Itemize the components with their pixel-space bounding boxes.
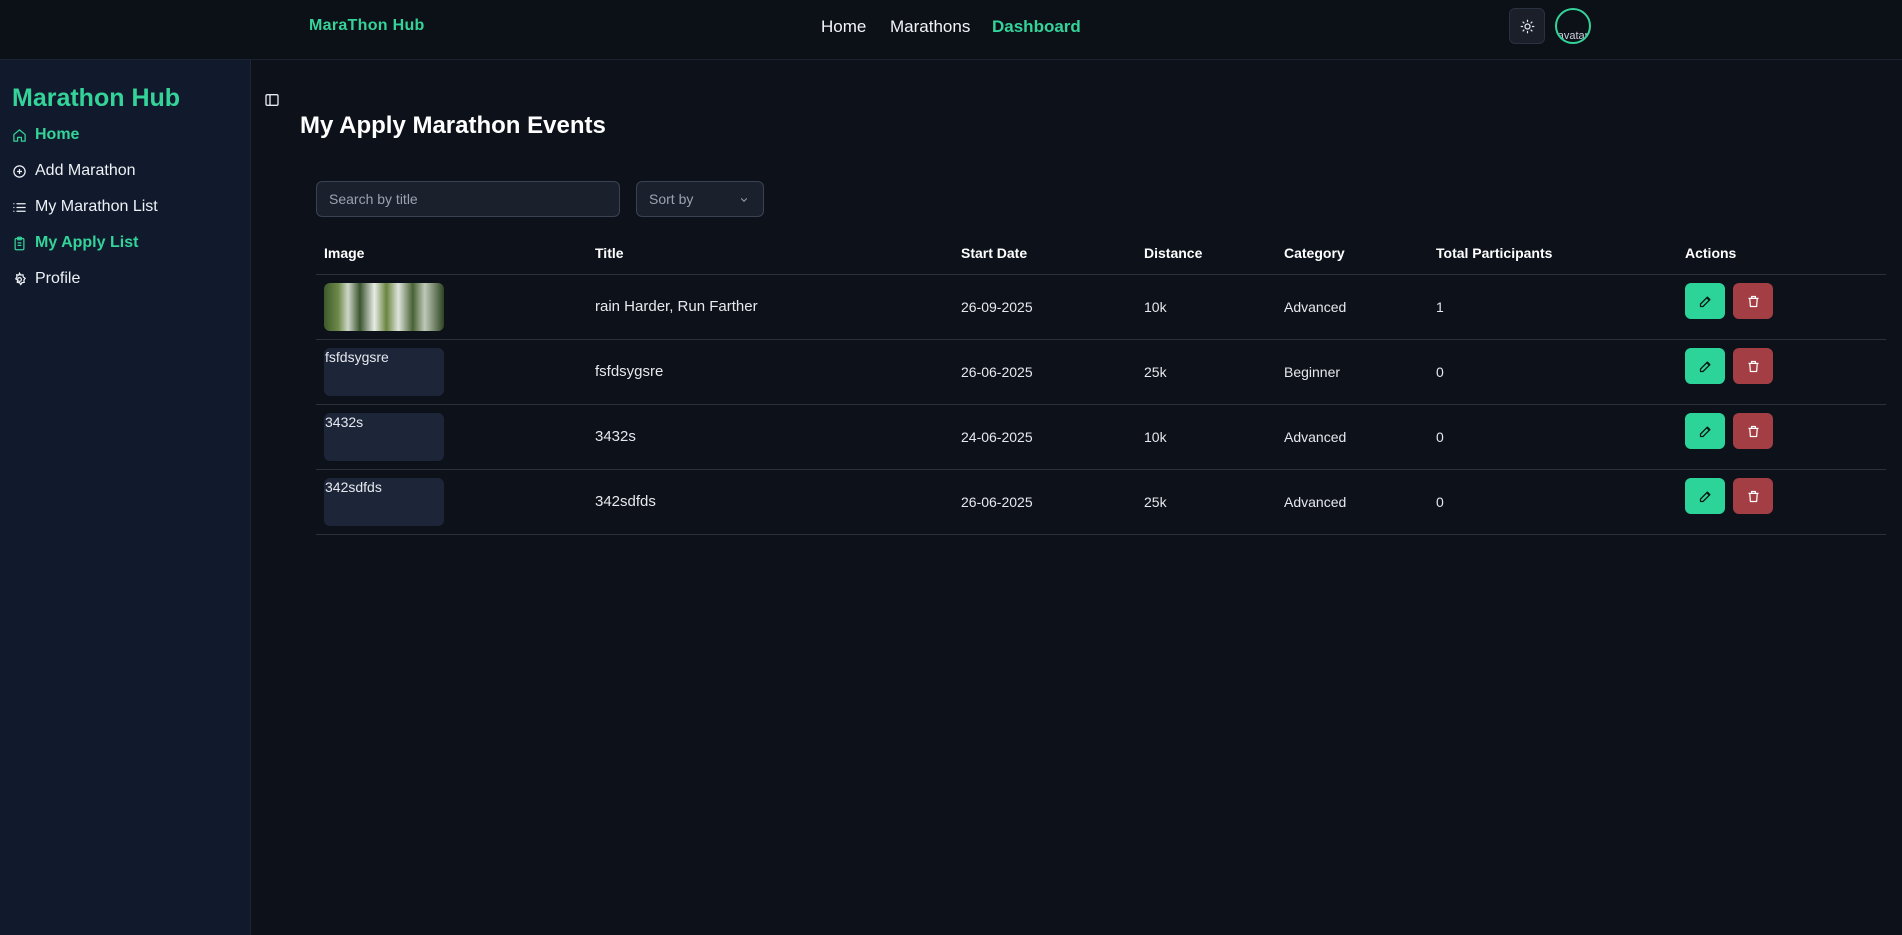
column-header-title: Title [595,245,624,261]
broken-image-alt: 342sdfds [325,479,382,495]
event-start-date: 26-06-2025 [961,364,1033,380]
delete-button[interactable] [1733,283,1773,319]
delete-button[interactable] [1733,348,1773,384]
sort-select-label: Sort by [649,191,694,207]
sort-select[interactable]: Sort by [636,181,764,217]
pencil-icon [1699,491,1710,502]
pencil-icon [1699,296,1710,307]
sidebar-item-label: Home [35,126,80,143]
column-header-category: Category [1284,245,1345,261]
sidebar-item-label: My Apply List [35,234,139,251]
top-navbar: MaraThon Hub Home Marathons Dashboard av… [0,0,1902,60]
event-start-date: 26-06-2025 [961,494,1033,510]
sidebar-item-my-marathon-list[interactable]: My Marathon List [12,196,158,218]
broken-image-alt: fsfdsygsre [325,349,389,365]
event-title: rain Harder, Run Farther [595,298,758,315]
event-image: 342sdfds [324,478,444,526]
trash-icon [1748,490,1758,502]
event-distance: 10k [1144,429,1167,445]
list-icon [13,202,26,212]
column-header-actions: Actions [1685,245,1737,261]
edit-button[interactable] [1685,348,1725,384]
column-header-distance: Distance [1144,245,1203,261]
edit-button[interactable] [1685,413,1725,449]
clipboard-icon [14,236,25,250]
trash-icon [1748,360,1758,372]
theme-toggle-button[interactable] [1509,8,1545,44]
event-category: Advanced [1284,429,1347,445]
event-distance: 25k [1144,364,1167,380]
trash-icon [1748,425,1758,437]
event-distance: 10k [1144,299,1167,315]
delete-button[interactable] [1733,478,1773,514]
avatar[interactable]: avatar [1555,8,1591,44]
column-header-total-participants: Total Participants [1436,245,1553,261]
table-row: 3432s 3432s 24-06-2025 10k Advanced 0 [316,405,1886,470]
table-header: Image Title Start Date Distance Category… [316,242,1886,275]
sidebar-item-label: Profile [35,270,81,287]
event-participants: 1 [1436,299,1444,315]
nav-link-dashboard[interactable]: Dashboard [992,17,1081,37]
event-category: Advanced [1284,494,1347,510]
event-start-date: 24-06-2025 [961,429,1033,445]
table-row: rain Harder, Run Farther 26-09-2025 10k … [316,275,1886,340]
event-category: Beginner [1284,364,1341,380]
event-participants: 0 [1436,364,1444,380]
sidebar-item-profile[interactable]: Profile [12,268,80,290]
event-image [324,283,444,331]
pencil-icon [1699,426,1710,437]
event-title: 342sdfds [595,493,656,510]
sidebar-item-add-marathon[interactable]: Add Marathon [12,160,136,182]
events-table: Image Title Start Date Distance Category… [316,242,1886,535]
avatar-alt-text: avatar [1557,30,1589,42]
chevron-down-icon [740,198,748,202]
sun-icon [1520,19,1534,33]
event-title: fsfdsygsre [595,363,664,380]
edit-button[interactable] [1685,478,1725,514]
event-image: 3432s [324,413,444,461]
event-title: 3432s [595,428,636,445]
page-title: My Apply Marathon Events [300,112,606,139]
sidebar-item-my-apply-list[interactable]: My Apply List [12,232,138,254]
nav-link-marathons[interactable]: Marathons [890,17,970,37]
column-header-start-date: Start Date [961,245,1028,261]
search-input[interactable] [316,181,620,217]
nav-link-home[interactable]: Home [821,17,866,37]
event-participants: 0 [1436,494,1444,510]
brand-logo-text[interactable]: MaraThon Hub [309,17,425,35]
delete-button[interactable] [1733,413,1773,449]
event-image: fsfdsygsre [324,348,444,396]
event-participants: 0 [1436,429,1444,445]
column-header-image: Image [324,245,365,261]
sidebar-item-label: My Marathon List [35,198,158,215]
plus-circle-icon [13,164,26,178]
broken-image-alt: 3432s [325,414,364,430]
home-icon [13,128,26,142]
sidebar: Marathon Hub Home Add Marathon My Marath… [0,60,251,935]
event-distance: 25k [1144,494,1167,510]
event-category: Advanced [1284,299,1347,315]
sidebar-toggle-icon[interactable] [264,92,280,108]
sidebar-item-home[interactable]: Home [12,124,79,146]
table-row: 342sdfds 342sdfds 26-06-2025 25k Advance… [316,470,1886,535]
gear-icon [14,271,26,286]
event-start-date: 26-09-2025 [961,299,1033,315]
sidebar-item-label: Add Marathon [35,162,136,179]
trash-icon [1748,295,1758,307]
edit-button[interactable] [1685,283,1725,319]
sidebar-brand: Marathon Hub [12,84,181,112]
table-row: fsfdsygsre fsfdsygsre 26-06-2025 25k Beg… [316,340,1886,405]
pencil-icon [1699,361,1710,372]
